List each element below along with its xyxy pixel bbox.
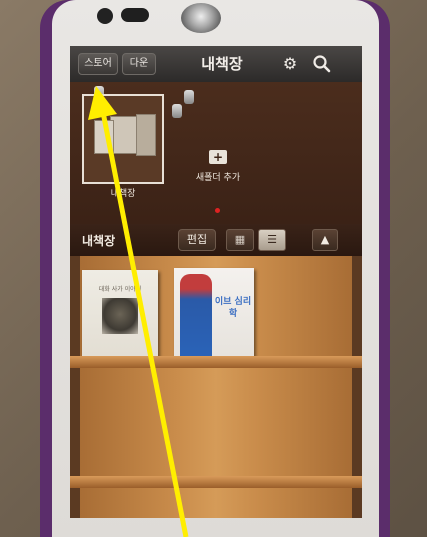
- edit-button[interactable]: 편집: [178, 229, 216, 251]
- store-button[interactable]: 스토어: [78, 53, 118, 75]
- grid-icon: ▦: [234, 233, 246, 246]
- page-indicator-dot: [215, 208, 220, 213]
- hanger-icon: [172, 104, 182, 118]
- mini-book-cover: [136, 114, 156, 156]
- bookshelf: 대화 사가 이야기 이브 심리학: [70, 256, 362, 518]
- shelf-back: [80, 488, 352, 518]
- speaker-grille: [121, 8, 149, 22]
- folder-area: 내책장 + 새폴더 추가: [70, 82, 362, 224]
- collapse-button[interactable]: ▲: [312, 229, 338, 251]
- phone-screen: 스토어 다운 내책장 ⚙ 내책장 + 새폴더 추가 내책장 편집 ▦ ☰ ▲ 대…: [70, 46, 362, 518]
- list-view-button[interactable]: ☰: [258, 229, 286, 251]
- list-icon: ☰: [267, 233, 277, 246]
- shelf-back: [80, 368, 352, 476]
- book-cover[interactable]: 이브 심리학: [174, 268, 254, 362]
- book-illustration: [180, 274, 212, 358]
- shelf-toolbar: 내책장 편집 ▦ ☰ ▲: [70, 224, 362, 256]
- gear-icon[interactable]: ⚙: [280, 54, 300, 74]
- grid-view-button[interactable]: ▦: [226, 229, 254, 251]
- new-folder-label[interactable]: 새폴더 추가: [188, 170, 248, 183]
- hanger-icon: [184, 90, 194, 104]
- book-title: 대화 사가 이야기: [98, 286, 142, 293]
- add-folder-icon[interactable]: +: [209, 150, 227, 164]
- shelf-plank: [70, 356, 362, 368]
- page-title: 내책장: [201, 55, 243, 73]
- book-title: 이브 심리학: [214, 297, 252, 319]
- download-button[interactable]: 다운: [122, 53, 156, 75]
- book-portrait-image: [102, 298, 138, 334]
- mini-book-cover: [94, 120, 114, 154]
- folder-label: 내책장: [110, 189, 136, 199]
- triangle-up-icon: ▲: [320, 233, 330, 246]
- search-icon[interactable]: [312, 54, 332, 74]
- shelf-title: 내책장: [82, 234, 116, 248]
- book-cover[interactable]: 대화 사가 이야기: [82, 270, 158, 362]
- front-camera: [97, 8, 113, 24]
- top-bar: 스토어 다운 내책장 ⚙: [70, 46, 362, 82]
- shelf-plank: [70, 476, 362, 488]
- hardware-home-button[interactable]: [181, 3, 221, 33]
- folder-thumbnail[interactable]: [82, 94, 164, 184]
